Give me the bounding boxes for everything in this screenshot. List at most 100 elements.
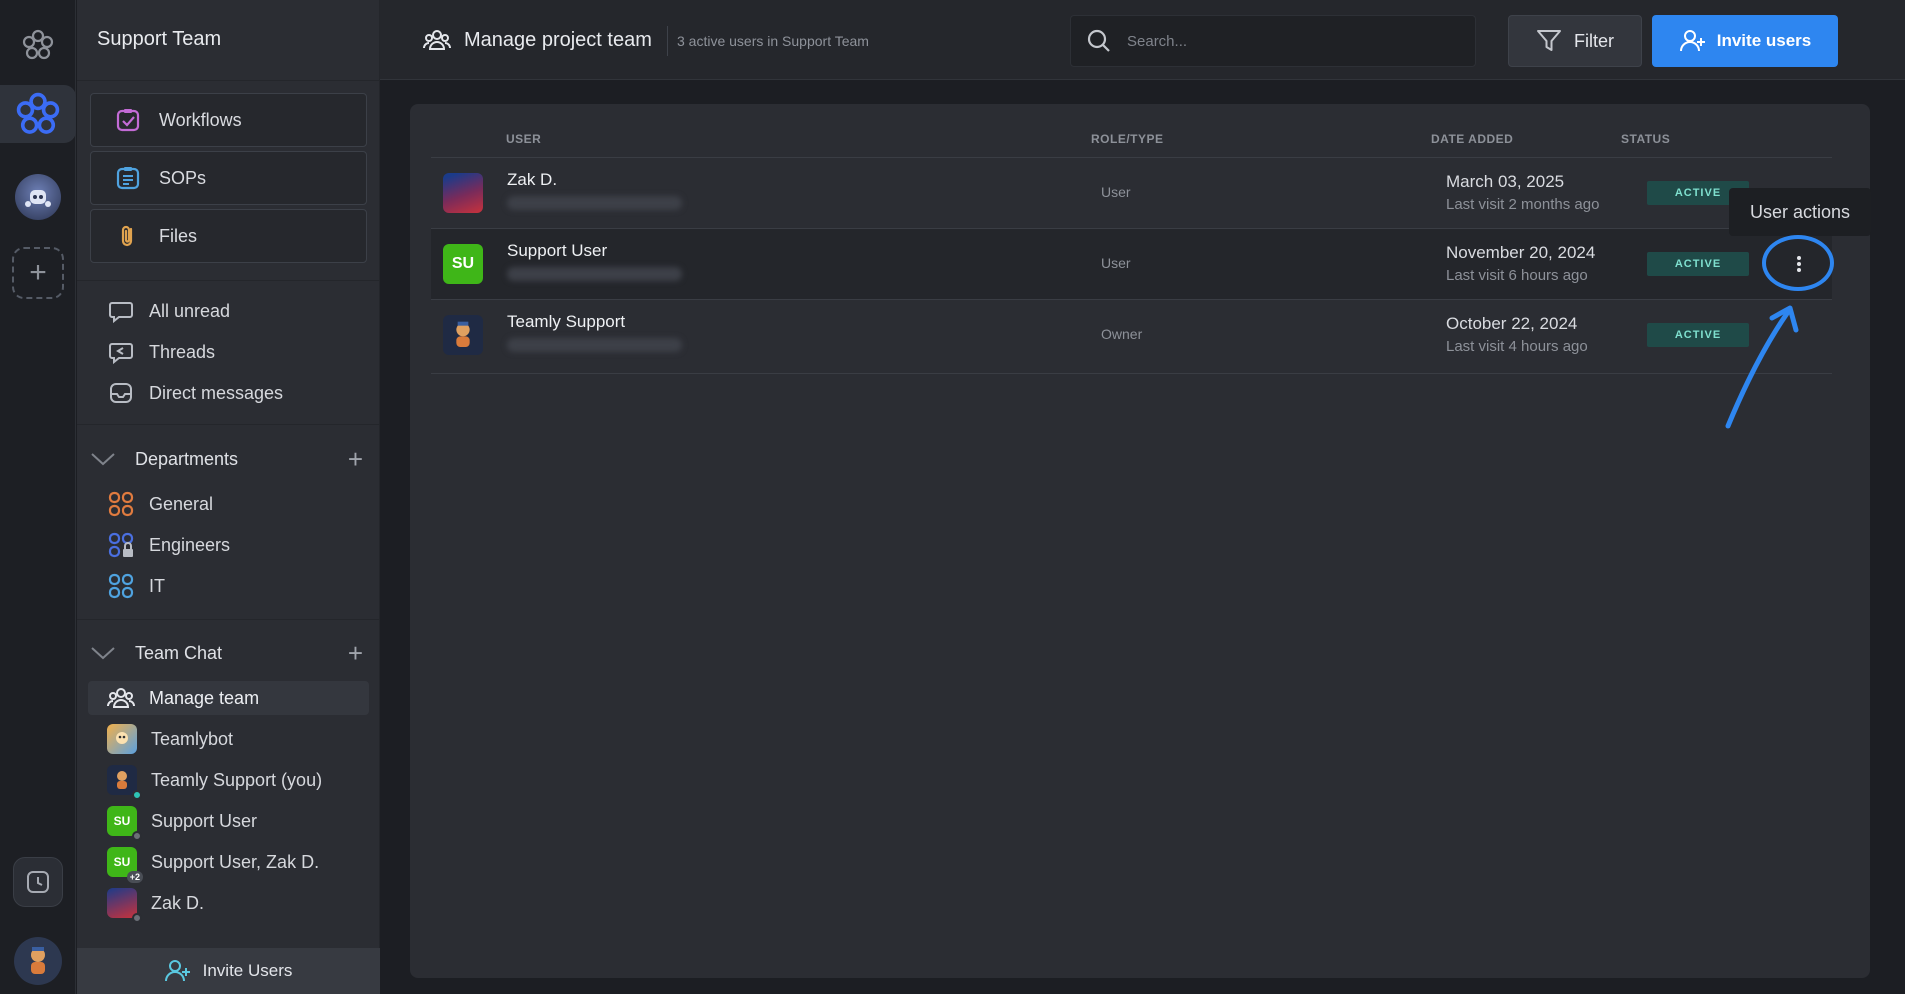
sidebar-item-label: IT: [149, 575, 165, 596]
divider: [77, 619, 380, 620]
invite-users-label: Invite users: [1716, 31, 1812, 50]
group-chat-avatar: SU +2: [107, 847, 143, 883]
online-status-dot: [132, 790, 142, 800]
member-count-badge: +2: [126, 871, 143, 883]
workflows-icon: [116, 109, 140, 132]
sidebar-item-teamlybot[interactable]: Teamlybot: [107, 722, 233, 756]
avatar-initials: SU: [113, 814, 131, 828]
robot-icon: [15, 174, 61, 220]
chevron-down-icon: [91, 453, 115, 466]
chevron-down-icon: [91, 647, 115, 660]
invite-users-footer-button[interactable]: Invite Users: [77, 948, 380, 994]
add-user-icon: [164, 960, 190, 982]
sidebar-item-it[interactable]: IT: [107, 569, 165, 603]
date-added: October 22, 2024: [1446, 314, 1578, 333]
column-header-role[interactable]: ROLE/TYPE: [1091, 132, 1164, 146]
sidebar-item-direct-messages[interactable]: Direct messages: [107, 376, 283, 410]
top-bar: Manage project team 3 active users in Su…: [380, 0, 1905, 80]
user-actions-tooltip: User actions: [1729, 188, 1871, 236]
add-chat-icon[interactable]: +: [348, 640, 363, 666]
sidebar-item-label: Teamlybot: [151, 728, 234, 749]
row-divider: [431, 373, 1832, 374]
sidebar-item-label: Teamly Support (you): [151, 769, 323, 790]
sidebar-item-support-user[interactable]: SU Support User: [107, 804, 258, 841]
add-user-icon: [1679, 30, 1705, 52]
annotation-arrow-icon: [1725, 305, 1799, 429]
divider: [77, 80, 380, 81]
departments-section-header[interactable]: Departments +: [89, 441, 369, 477]
column-header-date-added[interactable]: DATE ADDED: [1431, 132, 1513, 146]
sops-icon: [116, 167, 140, 190]
files-label: Files: [159, 225, 198, 246]
plus-icon: +: [29, 256, 47, 289]
blurred-email: [507, 338, 682, 352]
threads-icon: [109, 343, 133, 365]
users-table-panel: USER ROLE/TYPE DATE ADDED STATUS Zak D. …: [410, 104, 1870, 978]
teamly-logo-icon[interactable]: [9, 16, 67, 74]
inbox-icon: [110, 383, 132, 403]
user-role: User: [1101, 184, 1131, 200]
offline-status-dot: [132, 831, 142, 841]
app-rail: +: [0, 0, 76, 994]
search-icon: [1087, 29, 1110, 52]
sops-button[interactable]: SOPs: [90, 151, 367, 205]
sidebar-item-engineers[interactable]: Engineers: [107, 528, 230, 562]
department-icon: [108, 573, 134, 599]
user-avatar-icon: [14, 937, 62, 985]
workflows-label: Workflows: [159, 109, 242, 130]
clock-icon: [27, 871, 49, 893]
sidebar-item-label: All unread: [149, 300, 231, 321]
sidebar-item-zak-d[interactable]: Zak D.: [107, 886, 205, 923]
search-box[interactable]: [1070, 15, 1476, 67]
invite-users-button[interactable]: Invite users: [1652, 15, 1838, 67]
avatar-initials: SU: [451, 255, 475, 272]
team-chat-title: Team Chat: [135, 642, 223, 663]
offline-status-dot: [132, 913, 142, 923]
current-user-avatar[interactable]: [9, 932, 67, 990]
sidebar-item-manage-team[interactable]: Manage team: [88, 681, 369, 715]
sidebar-item-label: Zak D.: [151, 892, 205, 913]
sidebar-item-label: General: [149, 493, 214, 514]
divider: [77, 424, 380, 425]
sops-label: SOPs: [159, 167, 207, 188]
table-row[interactable]: Teamly Support Owner October 22, 2024 La…: [431, 300, 1832, 370]
workflows-button[interactable]: Workflows: [90, 93, 367, 147]
department-icon: [108, 491, 134, 517]
invite-users-label: Invite Users: [202, 961, 293, 980]
filter-button[interactable]: Filter: [1508, 15, 1642, 67]
user-role: Owner: [1101, 326, 1143, 342]
avatar-initials: SU: [113, 855, 131, 869]
table-row[interactable]: Zak D. User March 03, 2025 Last visit 2 …: [431, 158, 1832, 228]
sidebar-item-general[interactable]: General: [107, 487, 213, 521]
workspace-support-team[interactable]: [0, 85, 76, 143]
user-name: Zak D.: [507, 170, 558, 189]
departments-title: Departments: [135, 448, 239, 469]
support-user-avatar: SU: [107, 806, 142, 841]
sidebar-item-label: Support User: [151, 810, 258, 831]
page-subtitle: 3 active users in Support Team: [677, 33, 869, 49]
page-title-text: Manage project team: [464, 28, 652, 51]
sidebar-item-teamly-support[interactable]: Teamly Support (you): [107, 763, 323, 800]
column-header-user[interactable]: USER: [506, 132, 541, 146]
add-workspace-button[interactable]: +: [12, 247, 64, 299]
sidebar-item-label: Manage team: [149, 687, 260, 708]
sidebar-item-group-chat[interactable]: SU +2 Support User, Zak D.: [107, 845, 319, 883]
files-button[interactable]: Files: [90, 209, 367, 263]
add-department-icon[interactable]: +: [348, 446, 363, 472]
table-row[interactable]: SU Support User User November 20, 2024 L…: [431, 229, 1832, 299]
team-icon: [107, 688, 135, 708]
sidebar-item-threads[interactable]: Threads: [107, 335, 215, 369]
annotation-circle: [1762, 235, 1834, 291]
user-name: Support User: [507, 241, 608, 260]
history-button[interactable]: [13, 857, 63, 907]
sidebar-item-label: Threads: [149, 341, 216, 362]
column-header-status[interactable]: STATUS: [1621, 132, 1670, 146]
filter-label: Filter: [1574, 30, 1614, 51]
sidebar-item-label: Engineers: [149, 534, 231, 555]
sidebar-item-all-unread[interactable]: All unread: [107, 294, 230, 328]
workspace-robot-avatar[interactable]: [9, 168, 67, 226]
chat-bubble-icon: [109, 302, 133, 324]
search-input[interactable]: [1127, 32, 1447, 50]
team-chat-section-header[interactable]: Team Chat +: [89, 635, 369, 671]
last-visit: Last visit 4 hours ago: [1446, 338, 1588, 355]
